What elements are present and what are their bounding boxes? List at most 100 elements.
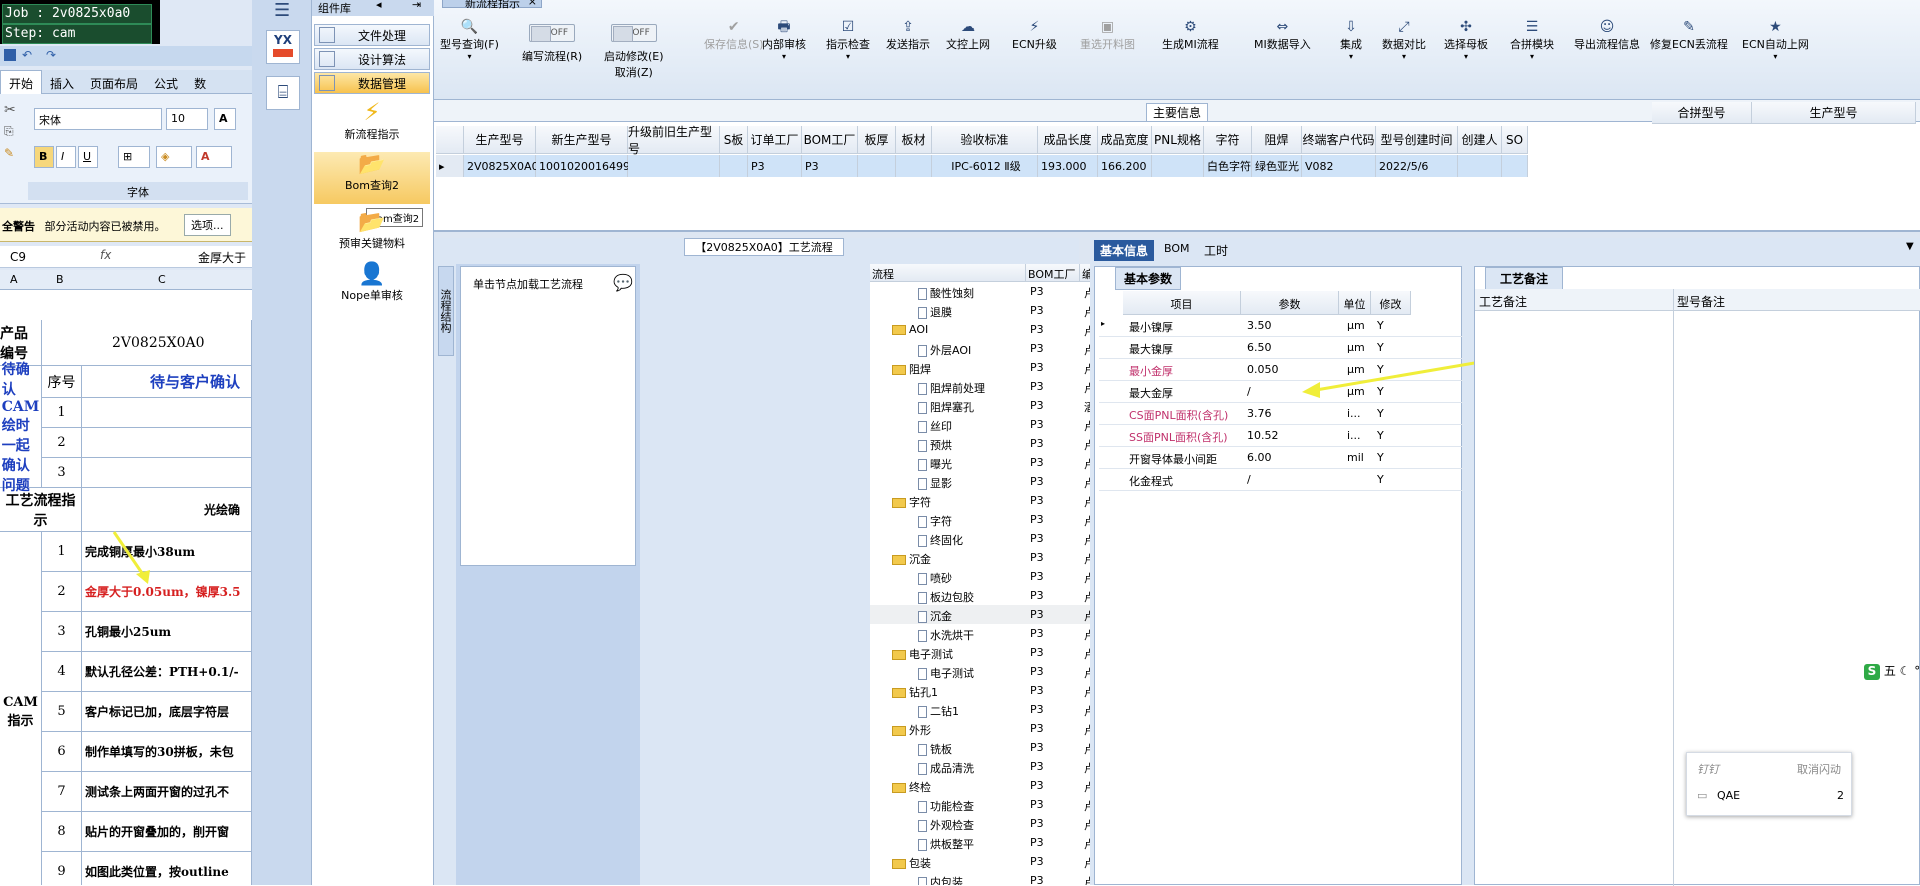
column-header[interactable]: S板 (720, 126, 748, 154)
column-header[interactable]: PNL规格 (1152, 126, 1204, 154)
cam-instruction-cell[interactable]: 默认孔径公差：PTH+0.1/- (82, 652, 252, 692)
row-number-cell[interactable]: 2 (42, 428, 82, 458)
column-b-header[interactable]: B (56, 273, 64, 286)
column-header[interactable]: 型号创建时间 (1376, 126, 1458, 154)
bold-button[interactable]: B (34, 146, 54, 168)
pin-left-icon[interactable]: ◂ (376, 0, 382, 11)
toggle-switch[interactable]: OFF (529, 24, 576, 42)
font-size-select[interactable]: 10 (166, 108, 208, 130)
subtab-process-remark[interactable]: 工艺备注 (1485, 267, 1564, 290)
row-number-cell[interactable]: 8 (42, 812, 82, 852)
column-header[interactable]: 验收标准 (932, 126, 1038, 154)
tree-node[interactable]: 二钻1 (918, 703, 959, 719)
tree-node[interactable]: 电子测试 (918, 665, 974, 681)
process-label-cell[interactable]: 工艺流程指示 (0, 488, 82, 532)
tree-node[interactable]: 曝光 (918, 456, 952, 472)
param-column-header[interactable]: 项目 (1123, 291, 1241, 315)
toolbar-button-14[interactable]: ☺ 导出流程信息 (1574, 18, 1640, 52)
merge-model-header[interactable]: 合拼型号 (1652, 102, 1752, 124)
grid-cell[interactable]: V082 (1302, 155, 1376, 177)
empty-cell[interactable] (82, 458, 252, 488)
column-header[interactable]: 板厚 (858, 126, 896, 154)
tree-node[interactable]: 钻孔1 (892, 684, 938, 700)
toolbar-button-7[interactable]: ▣ 重选开料图 (1080, 18, 1135, 52)
column-header[interactable]: 生产型号 (464, 126, 536, 154)
tree-node[interactable]: 预烘 (918, 437, 952, 453)
row-number-cell[interactable]: 5 (42, 692, 82, 732)
param-modify-cell[interactable]: Y (1377, 451, 1384, 464)
pin-popup-label[interactable]: 钉钉 (1697, 761, 1719, 777)
toolbar-button-11[interactable]: ⤢ 数据对比 ▾ (1382, 18, 1426, 61)
ime-toolbar[interactable]: S 五 ☾ °, ⌨ ♟ (1864, 662, 1920, 682)
tree-node[interactable]: 显影 (918, 475, 952, 491)
toolbar-button-13[interactable]: ☰ 合拼模块 ▾ (1510, 18, 1554, 61)
tree-node[interactable]: AOI (892, 323, 928, 336)
tree-node[interactable]: 内包装 (918, 874, 963, 885)
tree-node[interactable]: 功能检查 (918, 798, 974, 814)
grid-cell[interactable]: 10010200164991 (536, 155, 637, 177)
tree-node[interactable]: 酸性蚀刻 (918, 285, 974, 301)
column-header[interactable]: 终端客户代码 (1302, 126, 1376, 154)
row-indicator-arrow-icon[interactable]: ▸ (436, 155, 464, 177)
tree-node[interactable]: 外形 (892, 722, 931, 738)
toolbar-button-3[interactable]: ☑ 指示检查 ▾ (826, 18, 870, 61)
column-header[interactable]: 字符 (1204, 126, 1252, 154)
model-remark-header[interactable]: 型号备注 (1677, 293, 1725, 310)
sogou-ime-icon[interactable]: S (1864, 664, 1880, 680)
pending-title-cell[interactable]: 待与客户确认 (82, 366, 252, 398)
cell-reference-box[interactable]: C9 (10, 250, 26, 264)
grid-cell[interactable] (858, 155, 896, 177)
copy-icon[interactable]: ⎘ (4, 124, 14, 139)
calculator-icon[interactable]: ⌸ (266, 76, 300, 110)
pre-review-material-item[interactable]: 📂 预审关键物料 (314, 210, 430, 262)
start-modify-toggle[interactable]: OFF 启动修改(E) 取消(Z) (604, 24, 664, 80)
toolbar-button-15[interactable]: ✎ 修复ECN丢流程 (1650, 18, 1728, 52)
grid-cell[interactable] (1502, 155, 1528, 177)
row-number-cell[interactable]: 2 (42, 572, 82, 612)
grid-cell[interactable] (896, 155, 932, 177)
tree-node[interactable]: 终固化 (918, 532, 963, 548)
tree-node[interactable]: 退膜 (918, 304, 952, 320)
param-row[interactable]: 化金程式 / Y (1099, 469, 1463, 491)
tree-node[interactable]: 阻焊塞孔 (918, 399, 974, 415)
grow-font-icon[interactable]: A (214, 108, 236, 130)
tab-insert[interactable]: 插入 (42, 71, 82, 96)
close-tab-icon[interactable]: × (528, 0, 537, 8)
module-data-management[interactable]: 数据管理 (314, 72, 430, 94)
menu-icon[interactable]: ☰ (274, 0, 290, 21)
param-modify-cell[interactable]: Y (1377, 319, 1384, 332)
tree-node[interactable]: 成品清洗 (918, 760, 974, 776)
tree-node[interactable]: 字符 (918, 513, 952, 529)
column-c-header[interactable]: C (158, 273, 166, 286)
toolbar-button-2[interactable]: 🖶 内部审核 ▾ (762, 18, 806, 61)
row-number-cell[interactable]: 3 (42, 612, 82, 652)
tree-node[interactable]: 沉金 (892, 551, 931, 567)
row-number-cell[interactable]: 1 (42, 532, 82, 572)
toolbar-button-9[interactable]: ⇔ MI数据导入 (1254, 18, 1311, 52)
model-query-button[interactable]: 🔍 型号查询(F) ▾ (440, 18, 499, 61)
row-number-cell[interactable]: 4 (42, 652, 82, 692)
tab-layout[interactable]: 页面布局 (82, 71, 146, 96)
border-icon[interactable]: ⊞ (118, 146, 150, 168)
tab-basic-info[interactable]: 基本信息 (1094, 240, 1155, 261)
tree-node[interactable]: 烘板整平 (918, 836, 974, 852)
column-header[interactable]: 升级前旧生产型号 (628, 125, 720, 156)
flow-structure-vertical-tab[interactable]: 流程结构 (438, 266, 454, 356)
grid-cell[interactable]: 白色字符 (1204, 155, 1252, 177)
grid-cell[interactable]: 2V0825X0A0 (464, 155, 539, 177)
param-row[interactable]: CS面PNL面积(含孔) 3.76 i... Y (1099, 403, 1463, 425)
nope-review-item[interactable]: 👤 Nope单审核 (314, 262, 430, 314)
font-name-select[interactable]: 宋体 (34, 108, 162, 130)
save-icon[interactable] (4, 49, 16, 61)
toolbar-button-10[interactable]: ⇩ 集成 ▾ (1340, 18, 1362, 61)
grid-cell[interactable]: 绿色亚光 (1252, 155, 1302, 177)
format-painter-icon[interactable]: ✎ (4, 146, 14, 160)
tree-node[interactable]: 包装 (892, 855, 931, 871)
row-number-cell[interactable]: 6 (42, 732, 82, 772)
cam-instruction-cell[interactable]: 贴片的开窗叠加的，削开窗 (82, 812, 252, 852)
empty-cell[interactable] (82, 428, 252, 458)
tree-node[interactable]: 外观检查 (918, 817, 974, 833)
tree-node[interactable]: 水洗烘干 (918, 627, 974, 643)
window-tab[interactable]: 新流程指示 × (442, 0, 542, 10)
tree-node[interactable]: 沉金 (918, 608, 952, 624)
